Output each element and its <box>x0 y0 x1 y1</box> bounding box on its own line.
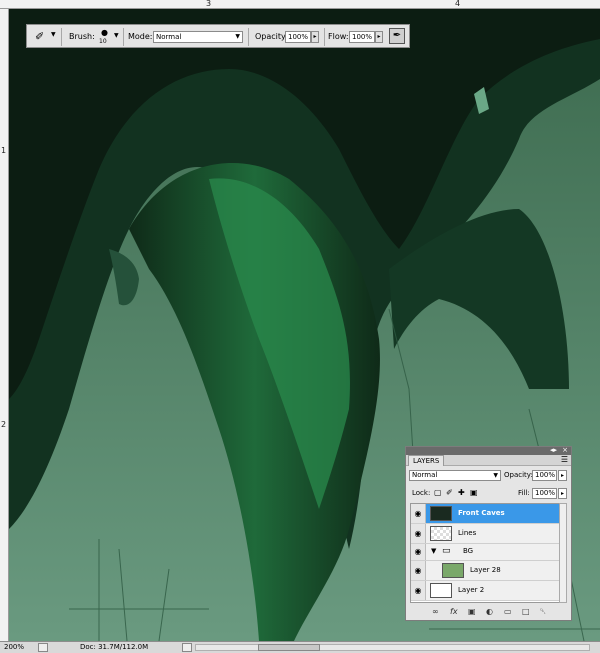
layer-name: Layer 2 <box>458 586 485 594</box>
ruler-label: 3 <box>206 0 212 8</box>
status-menu-icon[interactable] <box>38 643 48 652</box>
lock-position-icon[interactable]: ✚ <box>458 488 465 497</box>
ruler-label: 2 <box>1 420 7 429</box>
visibility-eye-icon[interactable]: ◉ <box>413 566 423 575</box>
close-icon[interactable]: × <box>562 446 568 454</box>
brush-label: Brush: <box>69 32 95 41</box>
mode-label: Mode: <box>128 32 153 41</box>
layer-name: Layer 28 <box>470 566 501 574</box>
separator <box>61 28 62 46</box>
layer-row-bg-group[interactable]: ◉ ▼ ▭ BG <box>411 544 563 561</box>
group-expand-icon[interactable]: ▼ <box>431 547 436 555</box>
layer-thumbnail <box>430 506 452 521</box>
new-layer-icon[interactable]: □ <box>522 607 530 616</box>
visibility-eye-icon[interactable]: ◉ <box>413 547 423 556</box>
visibility-eye-icon[interactable]: ◉ <box>413 529 423 538</box>
layer-name: Front Caves <box>458 509 505 517</box>
airbrush-icon[interactable]: ✒ <box>389 28 405 44</box>
layer-name: Lines <box>458 529 477 537</box>
brush-tool-icon[interactable]: ✐ <box>35 30 44 43</box>
opacity-slider-arrow-icon[interactable]: ▸ <box>311 31 319 43</box>
panel-titlebar[interactable]: ◂▸ × <box>406 446 571 455</box>
brush-picker-chevron-icon[interactable]: ▼ <box>114 32 119 39</box>
fx-icon[interactable]: fx <box>450 607 458 616</box>
ruler-top: 3 4 <box>0 0 600 9</box>
mode-value: Normal <box>156 33 182 41</box>
flow-field[interactable]: 100% <box>349 31 375 43</box>
layers-panel: ◂▸ × LAYERS ☰ Normal ▼ Opacity: 100% ▸ L… <box>405 446 572 621</box>
panel-menu-icon[interactable]: ☰ <box>561 455 568 464</box>
link-icon[interactable]: ∞ <box>432 607 439 616</box>
eye-cell: ◉ <box>411 524 426 543</box>
separator <box>324 28 325 46</box>
layer-list: ◉ Front Caves ◉ Lines ◉ ▼ ▭ BG ◉ Layer 2… <box>410 503 564 603</box>
opacity-field[interactable]: 100% <box>285 31 311 43</box>
horizontal-scrollbar[interactable] <box>195 644 590 651</box>
collapse-icon[interactable]: ◂▸ <box>550 446 557 454</box>
panel-bottom-toolbar: ∞ fx ▣ ◐ ▭ □ ␡ <box>406 605 571 620</box>
chevron-down-icon: ▼ <box>235 33 240 40</box>
layer-opacity-field[interactable]: 100% <box>532 470 557 481</box>
ruler-label: 1 <box>1 146 7 155</box>
brush-size-value: 10 <box>99 38 107 45</box>
chevron-down-icon: ▼ <box>493 472 498 479</box>
lock-all-icon[interactable]: ▣ <box>470 488 478 497</box>
fill-label: Fill: <box>518 489 530 497</box>
blend-mode-value: Normal <box>412 471 438 479</box>
panel-tab-row: LAYERS ☰ <box>406 455 571 466</box>
blend-mode-select[interactable]: Normal ▼ <box>409 470 501 481</box>
eye-cell: ◉ <box>411 561 426 580</box>
adjustment-icon[interactable]: ◐ <box>486 607 493 616</box>
visibility-eye-icon[interactable]: ◉ <box>413 586 423 595</box>
doc-info: Doc: 31.7M/112.0M <box>80 643 149 651</box>
fill-arrow-icon[interactable]: ▸ <box>558 488 567 499</box>
opacity-label: Opacity: <box>255 32 288 41</box>
fill-field[interactable]: 100% <box>532 488 557 499</box>
layer-row-lines[interactable]: ◉ Lines <box>411 524 563 544</box>
trash-icon[interactable]: ␡ <box>540 607 546 617</box>
layer-thumbnail <box>442 563 464 578</box>
layer-row-layer-2[interactable]: ◉ Layer 2 <box>411 581 563 601</box>
brush-tip-icon[interactable]: ● <box>101 28 108 37</box>
status-bar: 200% Doc: 31.7M/112.0M <box>0 641 600 653</box>
lock-transparency-icon[interactable]: ▢ <box>434 488 442 497</box>
layer-thumbnail <box>430 583 452 598</box>
lock-pixels-icon[interactable]: ✐ <box>446 488 453 497</box>
layer-name: BG <box>463 547 474 555</box>
ruler-label: 4 <box>455 0 461 8</box>
tool-options-bar: ✐ ▼ Brush: ● 10 ▼ Mode: Normal ▼ Opacity… <box>26 24 410 48</box>
zoom-level[interactable]: 200% <box>4 642 24 653</box>
mask-icon[interactable]: ▣ <box>468 607 476 616</box>
layer-list-scrollbar[interactable] <box>559 503 567 603</box>
opacity-arrow-icon[interactable]: ▸ <box>558 470 567 481</box>
layer-opacity-label: Opacity: <box>504 471 533 479</box>
ruler-left: 1 2 <box>0 9 9 641</box>
folder-icon: ▭ <box>442 546 451 556</box>
scrollbar-thumb[interactable] <box>258 644 320 651</box>
flow-label: Flow: <box>328 32 349 41</box>
folder-icon[interactable]: ▭ <box>504 607 512 616</box>
flow-slider-arrow-icon[interactable]: ▸ <box>375 31 383 43</box>
lock-label: Lock: <box>412 489 431 497</box>
eye-cell: ◉ <box>411 544 426 560</box>
tool-preset-chevron-icon[interactable]: ▼ <box>51 31 56 38</box>
layer-row-layer-28[interactable]: ◉ Layer 28 <box>411 561 563 581</box>
eye-cell: ◉ <box>411 581 426 600</box>
layer-row-front-caves[interactable]: ◉ Front Caves <box>411 504 563 524</box>
separator <box>248 28 249 46</box>
tab-layers[interactable]: LAYERS <box>408 455 445 466</box>
eye-cell: ◉ <box>411 504 426 523</box>
mode-select[interactable]: Normal ▼ <box>153 31 243 43</box>
scroll-left-icon[interactable] <box>182 643 192 652</box>
visibility-eye-icon[interactable]: ◉ <box>413 509 423 518</box>
separator <box>123 28 124 46</box>
layer-thumbnail <box>430 526 452 541</box>
